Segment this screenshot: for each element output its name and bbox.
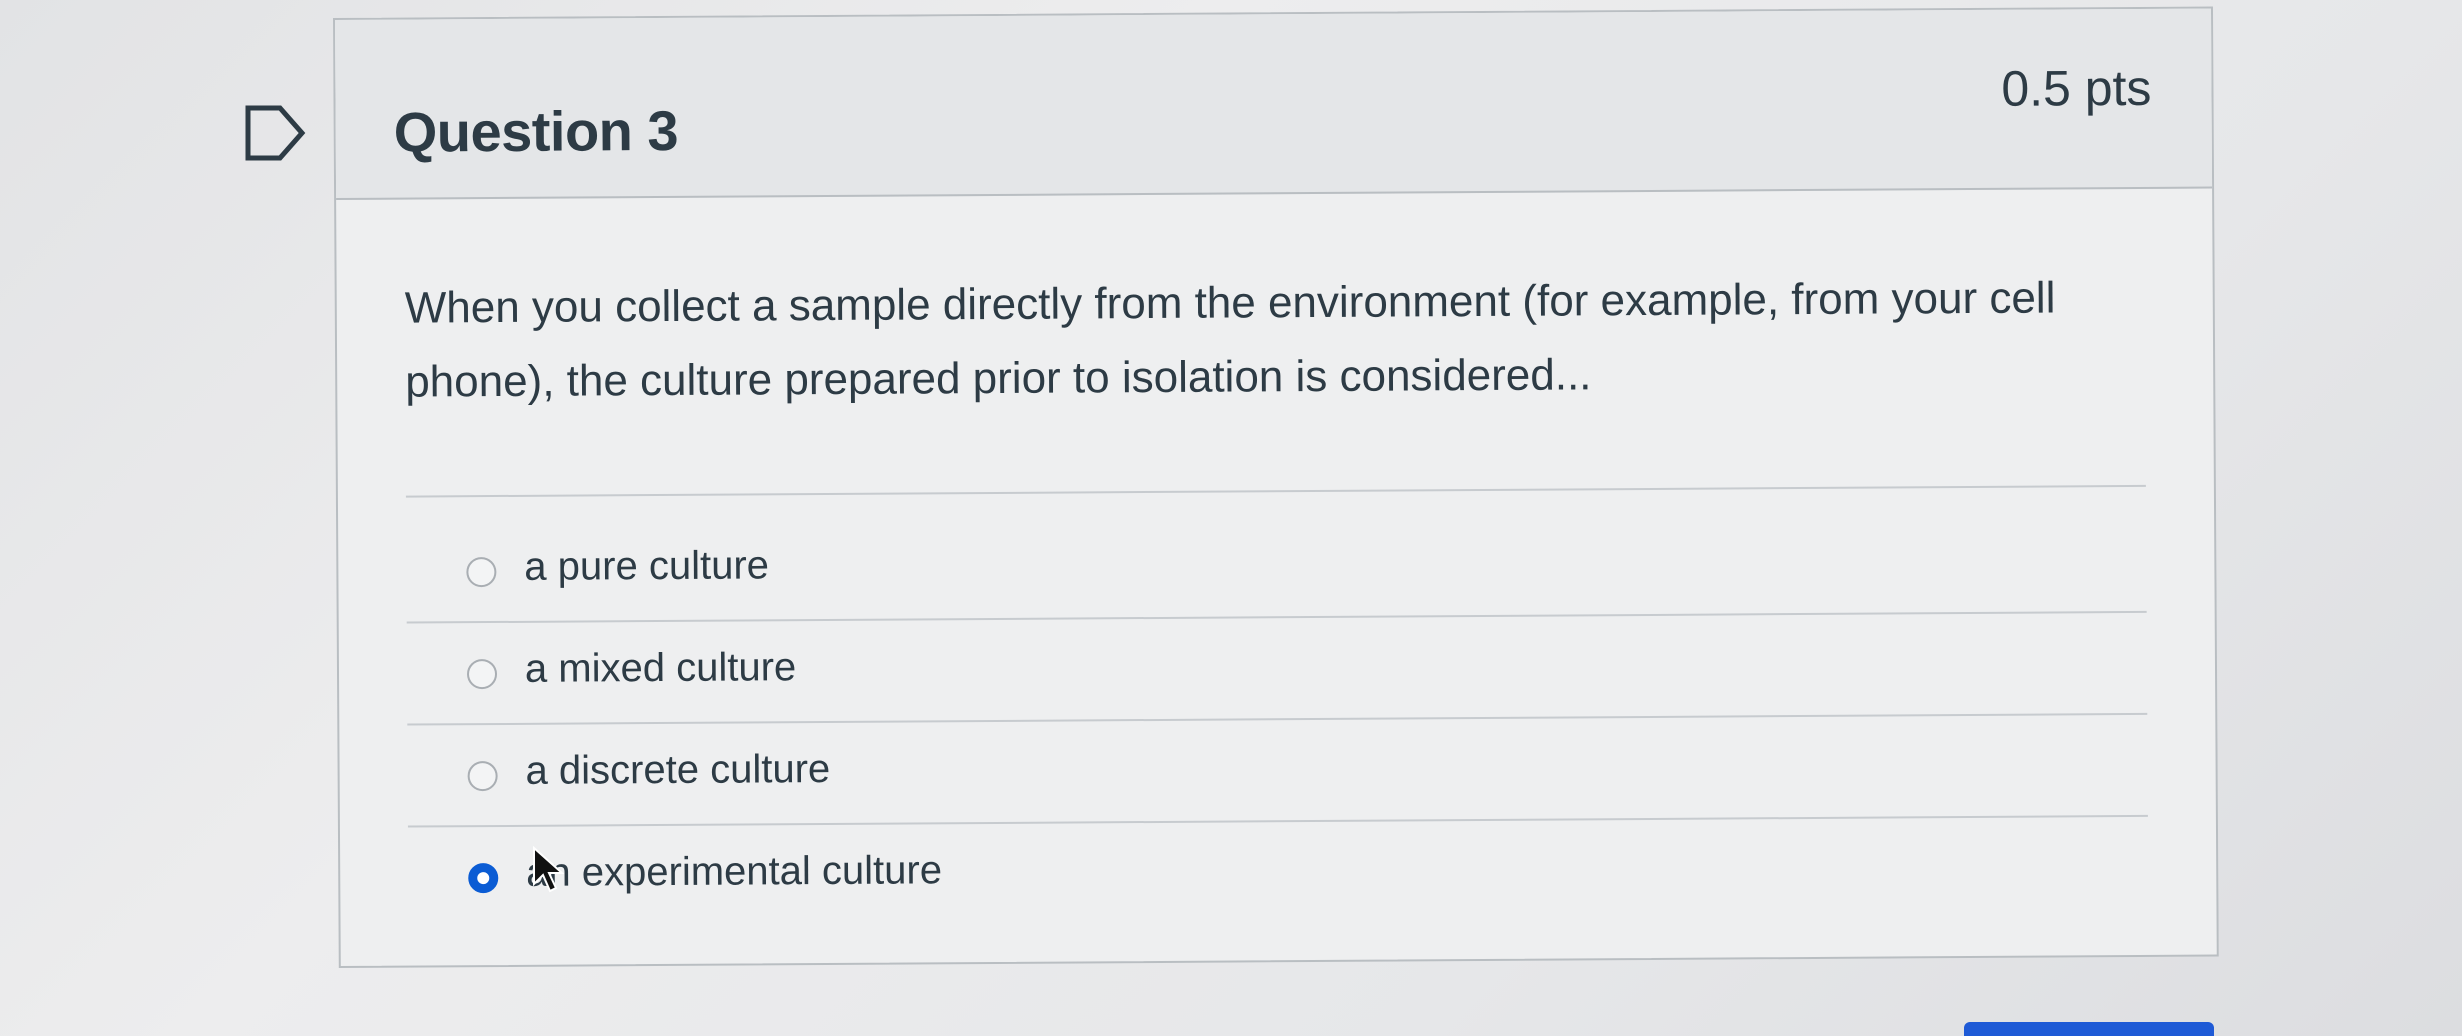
- answer-label[interactable]: a pure culture: [524, 543, 769, 589]
- radio-button[interactable]: [466, 659, 498, 690]
- radio-button[interactable]: [467, 761, 498, 792]
- question-text: When you collect a sample directly from …: [404, 273, 2056, 407]
- answer-option[interactable]: a discrete culture: [407, 725, 2148, 826]
- submit-button-edge[interactable]: [1964, 1022, 2214, 1036]
- question-card: Question 3 0.5 pts When you collect a sa…: [333, 6, 2219, 968]
- answer-label[interactable]: a mixed culture: [525, 645, 797, 692]
- answer-option[interactable]: a mixed culture: [407, 623, 2148, 724]
- radio-button-selected[interactable]: [468, 863, 499, 894]
- answer-label[interactable]: an experimental culture: [526, 848, 942, 896]
- flag-question-icon[interactable]: [240, 100, 310, 166]
- answer-option[interactable]: a pure culture: [406, 521, 2147, 622]
- question-title: Question 3: [393, 98, 679, 164]
- divider: [405, 484, 2146, 498]
- radio-button[interactable]: [466, 557, 497, 588]
- answer-option-selected[interactable]: an experimental culture: [408, 827, 2149, 928]
- question-header: Question 3 0.5 pts: [335, 8, 2213, 200]
- question-points: 0.5 pts: [2001, 59, 2152, 117]
- answer-label[interactable]: a discrete culture: [525, 747, 830, 794]
- mouse-cursor-icon: [533, 846, 565, 893]
